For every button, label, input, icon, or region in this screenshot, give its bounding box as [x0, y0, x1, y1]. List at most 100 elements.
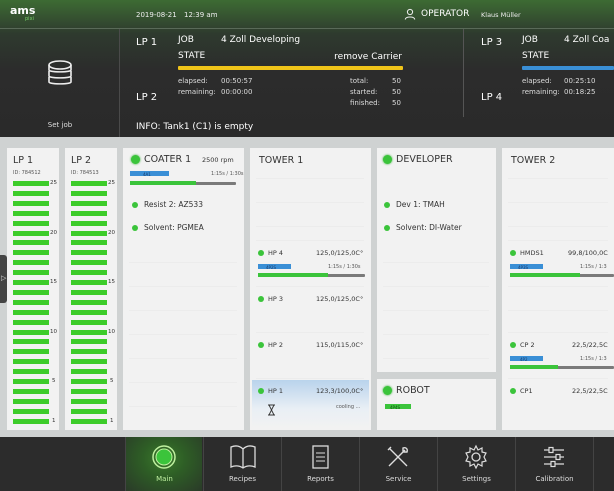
lp2-slot[interactable] [71, 329, 107, 335]
lp2-slot[interactable] [71, 408, 107, 414]
lp2-slot-number: 1 [110, 418, 114, 424]
lp1-slot[interactable] [13, 309, 49, 315]
row-divider [508, 202, 608, 203]
lp2-slot-number: 20 [108, 230, 115, 236]
lp1-slot[interactable] [13, 260, 49, 266]
lp2-slot[interactable] [71, 388, 107, 394]
lp2-slot[interactable] [71, 339, 107, 345]
lp1-slot[interactable] [13, 190, 49, 196]
side-drawer-handle[interactable]: ▷ [0, 255, 7, 303]
lp1-slot[interactable] [13, 230, 49, 236]
lp2-slot[interactable] [71, 398, 107, 404]
lp1-slot[interactable] [13, 349, 49, 355]
lp2-slot[interactable] [71, 289, 107, 295]
tools-icon [387, 446, 408, 467]
lp2-slot-number: 5 [110, 378, 114, 384]
lp1-slot[interactable] [13, 329, 49, 335]
lp2-slot[interactable] [71, 190, 107, 196]
lp1-slot[interactable] [13, 240, 49, 246]
lp2-slot[interactable] [71, 418, 107, 424]
lp2-slot[interactable] [71, 260, 107, 266]
lp2-slot[interactable] [71, 220, 107, 226]
nav-main[interactable]: Main [125, 437, 202, 491]
nav-service[interactable]: Service [359, 437, 436, 491]
user-name[interactable]: Klaus Müller [481, 11, 521, 19]
document-icon [312, 445, 329, 469]
lp1-slot[interactable] [13, 369, 49, 375]
lp2-slot[interactable] [71, 270, 107, 276]
lp1-slot[interactable] [13, 319, 49, 325]
lp1-slot[interactable] [13, 418, 49, 424]
nav-more[interactable] [593, 437, 614, 491]
user-icon[interactable] [404, 8, 416, 20]
lp2-slot[interactable] [71, 210, 107, 216]
lp1-slot-panel[interactable]: LP 1 ID: 784512 25 20 15 10 5 1 [7, 148, 59, 430]
user-role[interactable]: OPERATOR [421, 9, 469, 19]
lp2-slot[interactable] [71, 200, 107, 206]
lp2-slot[interactable] [71, 359, 107, 365]
row-divider [129, 334, 237, 335]
lp1-finished-label: finished: [350, 99, 380, 107]
lp2-slot[interactable] [71, 349, 107, 355]
lp1-total-value: 50 [392, 77, 401, 85]
row-divider [508, 286, 608, 287]
lp1-slot-title: LP 1 [13, 155, 34, 166]
row-divider [508, 378, 608, 379]
lp1-slot[interactable] [13, 408, 49, 414]
lp2-slot[interactable] [71, 309, 107, 315]
developer-title: DEVELOPER [396, 154, 453, 165]
robot-panel[interactable]: ROBOT 4P4S [377, 379, 496, 430]
coater-rpm: 2500 rpm [202, 156, 234, 164]
lp1-slot-id: ID: 784512 [13, 170, 41, 176]
lp1-slot[interactable] [13, 289, 49, 295]
gear-icon [465, 444, 487, 470]
nav-settings[interactable]: Settings [437, 437, 514, 491]
lp1-slot[interactable] [13, 388, 49, 394]
lp1-slot[interactable] [13, 181, 49, 186]
lp1-slot-number: 10 [50, 329, 57, 335]
lp2-slot[interactable] [71, 230, 107, 236]
lp1-slot[interactable] [13, 299, 49, 305]
lp2-slot[interactable] [71, 379, 107, 384]
row-divider [256, 178, 364, 179]
lp3-elapsed-label: elapsed: [522, 77, 552, 85]
developer-dev: Dev 1: TMAH [396, 200, 445, 209]
developer-panel[interactable]: DEVELOPER Dev 1: TMAH Solvent: DI-Water [377, 148, 496, 372]
lp1-slot[interactable] [13, 398, 49, 404]
hp2-value: 115,0/115,0C° [316, 341, 364, 349]
lp2-slot[interactable] [71, 240, 107, 246]
hp3-value: 125,0/125,0C° [316, 295, 364, 303]
lp2-slot[interactable] [71, 181, 107, 186]
lp1-slot[interactable] [13, 280, 49, 285]
set-job-button[interactable]: Set job [0, 29, 120, 137]
nav-reports[interactable]: Reports [281, 437, 358, 491]
lp1-slot[interactable] [13, 210, 49, 216]
lp2-slot[interactable] [71, 319, 107, 325]
lp2-slot[interactable] [71, 280, 107, 285]
lp3-state-bar [522, 66, 614, 70]
lp1-slot[interactable] [13, 379, 49, 384]
developer-status-dot [383, 155, 392, 164]
lp2-slot-panel[interactable]: LP 2 ID: 784513 25 20 15 10 5 1 [65, 148, 117, 430]
cp1-label: CP1 [520, 387, 533, 395]
lp1-slot[interactable] [13, 200, 49, 206]
nav-recipes[interactable]: Recipes [203, 437, 280, 491]
coater-resist: Resist 2: AZ533 [144, 200, 203, 209]
lp1-slot[interactable] [13, 270, 49, 276]
nav-calibration[interactable]: Calibration [515, 437, 592, 491]
developer-solvent: Solvent: DI-Water [396, 223, 462, 232]
lp2-slot[interactable] [71, 369, 107, 375]
lp1-slot[interactable] [13, 250, 49, 256]
coater-panel[interactable]: COATER 1 2500 rpm 4A1 1:15s / 1:30s Resi… [123, 148, 244, 430]
coater-title: COATER 1 [144, 154, 192, 165]
lp1-slot[interactable] [13, 359, 49, 365]
lp1-slot[interactable] [13, 220, 49, 226]
lp1-job-label: JOB [178, 35, 194, 45]
lp2-slot[interactable] [71, 250, 107, 256]
book-icon [230, 445, 256, 469]
tower2-panel[interactable]: TOWER 2 HMDS1 99,8/100,0C 4P3S 1:15s / 1… [502, 148, 614, 430]
lp2-slot[interactable] [71, 299, 107, 305]
lp1-slot[interactable] [13, 339, 49, 345]
hourglass-icon [268, 404, 275, 416]
tower1-panel[interactable]: TOWER 1 HP 4 125,0/125,0C° 4P2S 1:15s / … [250, 148, 371, 430]
